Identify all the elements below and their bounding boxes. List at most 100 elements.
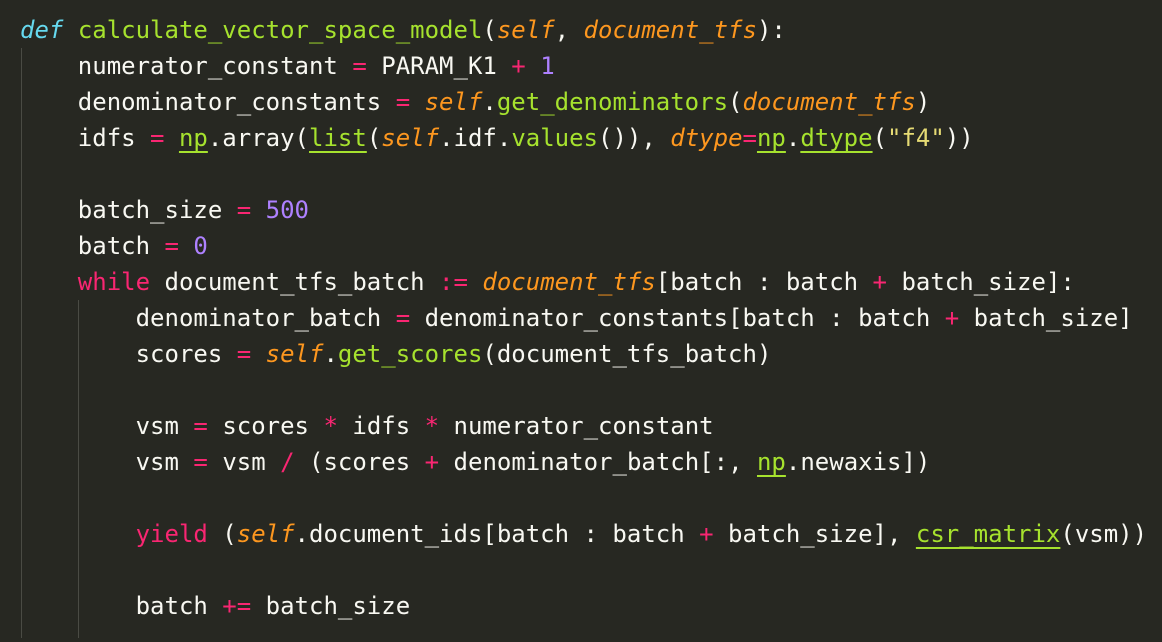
op-divide: / bbox=[280, 448, 295, 476]
param-document-tfs: document_tfs bbox=[583, 16, 757, 44]
code-line-10: scores = self.get_scores(document_tfs_ba… bbox=[20, 336, 1147, 372]
op-plus: + bbox=[424, 448, 440, 476]
op-plus: + bbox=[872, 268, 887, 296]
self-ref: self bbox=[424, 88, 483, 116]
op-assign: = bbox=[164, 232, 179, 260]
code-editor: { "code": { "line1": { "def": "def", "fu… bbox=[0, 0, 1162, 642]
method-values: values bbox=[511, 124, 599, 152]
method-get-scores: get_scores bbox=[337, 340, 483, 368]
op-assign: = bbox=[150, 124, 165, 152]
var-denominator-constants: denominator_constants bbox=[77, 88, 382, 116]
op-assign: = bbox=[236, 340, 252, 368]
function-dtype: dtype bbox=[800, 124, 873, 152]
call-args: (vsm)) bbox=[1060, 520, 1148, 548]
operand-idfs: idfs bbox=[352, 412, 411, 440]
slice-start: denominator_constants[batch : batch bbox=[424, 304, 945, 332]
op-assign: = bbox=[395, 304, 411, 332]
operand-vsm: vsm bbox=[222, 448, 266, 476]
attr-idf: .idf. bbox=[439, 124, 512, 152]
paren: ( bbox=[872, 124, 888, 152]
op-plus: + bbox=[944, 304, 960, 332]
self-ref: self bbox=[236, 520, 295, 548]
code-line-4: idfs = np.array(list(self.idf.values()),… bbox=[20, 120, 1147, 156]
const-param-k1: PARAM_K1 bbox=[381, 52, 497, 80]
param-self: self bbox=[496, 16, 555, 44]
var-vsm: vsm bbox=[135, 412, 179, 440]
operand-batch-size: batch_size bbox=[265, 592, 411, 620]
method-get-denominators: get_denominators bbox=[496, 88, 729, 116]
var-numerator-constant: numerator_constant bbox=[77, 52, 338, 80]
op-walrus: := bbox=[439, 268, 468, 296]
op-plus: + bbox=[511, 52, 526, 80]
var-scores: scores bbox=[135, 340, 223, 368]
dot: . bbox=[482, 88, 497, 116]
paren: )) bbox=[944, 124, 974, 152]
op-assign: = bbox=[742, 124, 757, 152]
module-np: np bbox=[178, 124, 208, 152]
function-csr-matrix: csr_matrix bbox=[915, 520, 1061, 548]
var-vsm: vsm bbox=[135, 448, 179, 476]
kwarg-dtype: dtype bbox=[670, 124, 743, 152]
paren: ()), bbox=[598, 124, 671, 152]
paren: ( bbox=[728, 88, 743, 116]
number: 0 bbox=[193, 232, 208, 260]
code-line-1: def calculate_vector_space_model(self, d… bbox=[20, 12, 1147, 48]
keyword-def: def bbox=[20, 16, 64, 44]
code-line-7: batch = 0 bbox=[20, 228, 1147, 264]
operand-numerator-constant: numerator_constant bbox=[453, 412, 714, 440]
paren: ) bbox=[915, 88, 931, 116]
slice-start: .document_ids[batch : batch bbox=[294, 520, 700, 548]
keyword-while: while bbox=[77, 268, 151, 296]
slice-end: batch_size] bbox=[959, 304, 1133, 332]
slice-end: batch_size], bbox=[713, 520, 916, 548]
slice-end: batch_size]: bbox=[887, 268, 1075, 296]
slice-start: [batch : batch bbox=[655, 268, 873, 296]
comma: , bbox=[554, 16, 584, 44]
arg-document-tfs: document_tfs bbox=[742, 88, 916, 116]
op-assign: = bbox=[395, 88, 411, 116]
code-line-2: numerator_constant = PARAM_K1 + 1 bbox=[20, 48, 1147, 84]
var-batch: batch bbox=[135, 592, 208, 620]
op-assign: = bbox=[352, 52, 367, 80]
module-np: np bbox=[756, 448, 786, 476]
paren: ( bbox=[222, 520, 237, 548]
code-block: def calculate_vector_space_model(self, d… bbox=[20, 12, 1147, 624]
op-assign: = bbox=[236, 196, 252, 224]
var-document-tfs-batch: document_tfs_batch bbox=[164, 268, 425, 296]
code-line-3: denominator_constants = self.get_denomin… bbox=[20, 84, 1147, 120]
operand-scores: (scores bbox=[309, 448, 411, 476]
self-ref: self bbox=[265, 340, 324, 368]
paren-colon: ): bbox=[756, 16, 786, 44]
code-line-8: while document_tfs_batch := document_tfs… bbox=[20, 264, 1147, 300]
dot: . bbox=[323, 340, 338, 368]
keyword-yield: yield bbox=[135, 520, 208, 548]
code-line-13: vsm = vsm / (scores + denominator_batch[… bbox=[20, 444, 1147, 480]
op-multiply: * bbox=[424, 412, 440, 440]
function-name: calculate_vector_space_model bbox=[77, 16, 483, 44]
paren: ( bbox=[482, 16, 497, 44]
op-multiply: * bbox=[323, 412, 338, 440]
operand-scores: scores bbox=[222, 412, 310, 440]
number: 1 bbox=[540, 52, 555, 80]
op-assign: = bbox=[193, 412, 208, 440]
module-np: np bbox=[756, 124, 786, 152]
op-plus: + bbox=[699, 520, 714, 548]
code-line-6: batch_size = 500 bbox=[20, 192, 1147, 228]
builtin-list: list bbox=[309, 124, 367, 152]
dot: . bbox=[785, 124, 801, 152]
code-line-12: vsm = scores * idfs * numerator_constant bbox=[20, 408, 1147, 444]
call-args: (document_tfs_batch) bbox=[482, 340, 772, 368]
operand-denominator-batch: denominator_batch[:, bbox=[453, 448, 757, 476]
op-assign: = bbox=[193, 448, 208, 476]
var-batch-size: batch_size bbox=[77, 196, 223, 224]
var-batch: batch bbox=[77, 232, 151, 260]
var-denominator-batch: denominator_batch bbox=[135, 304, 382, 332]
code-line-15: yield (self.document_ids[batch : batch +… bbox=[20, 516, 1147, 552]
number: 500 bbox=[265, 196, 310, 224]
code-line-17: batch += batch_size bbox=[20, 588, 1147, 624]
code-line-9: denominator_batch = denominator_constant… bbox=[20, 300, 1147, 336]
arg-document-tfs: document_tfs bbox=[482, 268, 656, 296]
